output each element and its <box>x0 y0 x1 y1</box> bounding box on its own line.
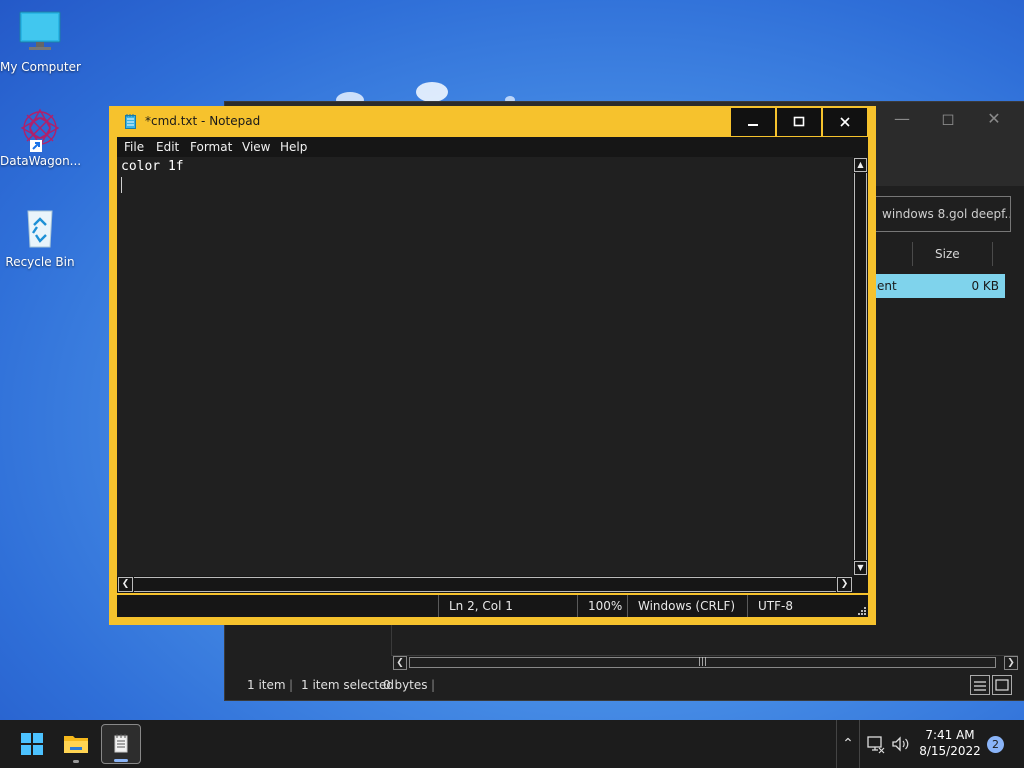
taskbar-clock[interactable]: 7:41 AM 8/15/2022 <box>914 727 986 759</box>
details-view-button[interactable] <box>970 675 990 695</box>
column-header-type[interactable] <box>873 242 913 266</box>
start-button[interactable] <box>12 724 52 764</box>
status-encoding: UTF-8 <box>747 595 847 617</box>
text-caret <box>121 177 122 193</box>
status-separator: | <box>431 678 436 692</box>
table-row[interactable]: ent 0 KB <box>873 274 1005 298</box>
taskbar-file-explorer[interactable] <box>56 724 96 764</box>
close-icon <box>840 117 850 127</box>
horizontal-scrollbar[interactable]: ❮ ❯ <box>117 576 853 593</box>
desktop-icon-recycle-bin[interactable]: Recycle Bin <box>0 205 80 269</box>
editor-content: color 1f <box>121 159 184 174</box>
scroll-right-icon[interactable]: ❯ <box>837 577 852 592</box>
column-header-size[interactable]: Size <box>927 242 993 266</box>
scroll-left-icon[interactable]: ❮ <box>393 656 407 670</box>
network-icon[interactable] <box>866 734 886 754</box>
minimize-button[interactable] <box>731 108 775 136</box>
start-icon <box>21 733 43 755</box>
notification-badge[interactable]: 2 <box>987 736 1004 753</box>
show-hidden-icons-button[interactable]: ⌃ <box>836 720 860 768</box>
row-type: ent <box>877 279 897 293</box>
clock-time: 7:41 AM <box>925 728 975 742</box>
desktop-icon-datawagon[interactable]: DataWagon... <box>0 104 82 168</box>
explorer-close-button[interactable]: ✕ <box>971 102 1017 134</box>
menu-help[interactable]: Help <box>280 137 307 157</box>
scroll-down-icon[interactable]: ▼ <box>854 561 867 575</box>
menu-view[interactable]: View <box>242 137 270 157</box>
running-indicator <box>73 760 79 763</box>
notepad-title-bar[interactable]: *cmd.txt - Notepad <box>109 106 876 137</box>
notepad-status-bar: Ln 2, Col 1 100% Windows (CRLF) UTF-8 <box>117 595 868 617</box>
menu-file[interactable]: File <box>124 137 144 157</box>
resize-grip-icon[interactable] <box>858 607 866 615</box>
scrollbar-corner <box>853 576 868 593</box>
notepad-window[interactable]: *cmd.txt - Notepad File Edit Format View… <box>109 106 876 625</box>
status-separator: | <box>289 678 294 692</box>
status-selected: 1 item selected <box>301 678 395 692</box>
taskbar-notepad[interactable] <box>101 724 141 764</box>
vertical-scrollbar[interactable]: ▲ ▼ <box>853 157 868 576</box>
row-size: 0 KB <box>971 279 999 293</box>
chevron-up-icon: ⌃ <box>842 736 854 752</box>
explorer-minimize-button[interactable]: — <box>879 102 925 134</box>
volume-icon[interactable] <box>890 734 910 754</box>
explorer-maximize-button[interactable]: ◻ <box>925 102 971 134</box>
monitor-icon <box>16 10 64 58</box>
explorer-status-bar: 1 item | 1 item selected 0 bytes | <box>225 670 1024 700</box>
vertical-scroll-track[interactable] <box>854 173 867 560</box>
horizontal-scroll-track[interactable] <box>134 577 836 592</box>
explorer-search-box[interactable]: windows 8.gol deepf... <box>875 196 1011 232</box>
clock-date: 8/15/2022 <box>919 744 981 758</box>
notepad-icon <box>125 114 136 129</box>
close-icon: ✕ <box>987 108 1001 128</box>
explorer-horizontal-scrollbar[interactable]: ❮ ||| ❯ <box>391 655 1018 670</box>
window-title: *cmd.txt - Notepad <box>145 114 261 128</box>
notepad-icon <box>114 734 128 753</box>
scroll-right-icon[interactable]: ❯ <box>1004 656 1018 670</box>
menu-edit[interactable]: Edit <box>156 137 179 157</box>
minimize-icon <box>748 124 758 126</box>
active-indicator <box>114 759 128 762</box>
desktop-icon-label: Recycle Bin <box>5 255 75 269</box>
taskbar: ⌃ 7:41 AM 8/15/2022 2 <box>0 720 1024 768</box>
scroll-up-icon[interactable]: ▲ <box>854 158 867 172</box>
recycle-bin-icon <box>16 205 64 253</box>
status-item-count: 1 item <box>247 678 286 692</box>
menu-bar: File Edit Format View Help <box>117 137 868 157</box>
status-line-ending: Windows (CRLF) <box>627 595 747 617</box>
status-bytes: 0 bytes <box>383 678 428 692</box>
desktop-icon-label: My Computer <box>0 60 81 74</box>
close-button[interactable] <box>823 108 867 136</box>
scroll-thumb[interactable]: ||| <box>409 657 996 668</box>
maximize-button[interactable] <box>777 108 821 136</box>
maximize-icon <box>793 116 805 127</box>
maximize-icon: ◻ <box>941 108 955 128</box>
minimize-icon: — <box>894 108 910 128</box>
large-icons-view-icon <box>995 679 1009 691</box>
large-icons-view-button[interactable] <box>992 675 1012 695</box>
desktop-icon-my-computer[interactable]: My Computer <box>0 10 81 74</box>
details-view-icon <box>974 681 986 691</box>
file-explorer-icon <box>64 736 88 753</box>
status-cursor-position: Ln 2, Col 1 <box>438 595 577 617</box>
text-editor-area[interactable]: color 1f <box>117 157 853 576</box>
datawagon-logo-icon <box>16 104 64 152</box>
scroll-left-icon[interactable]: ❮ <box>118 577 133 592</box>
desktop-icon-label: DataWagon... <box>0 154 82 168</box>
menu-format[interactable]: Format <box>190 137 232 157</box>
status-zoom: 100% <box>577 595 627 617</box>
